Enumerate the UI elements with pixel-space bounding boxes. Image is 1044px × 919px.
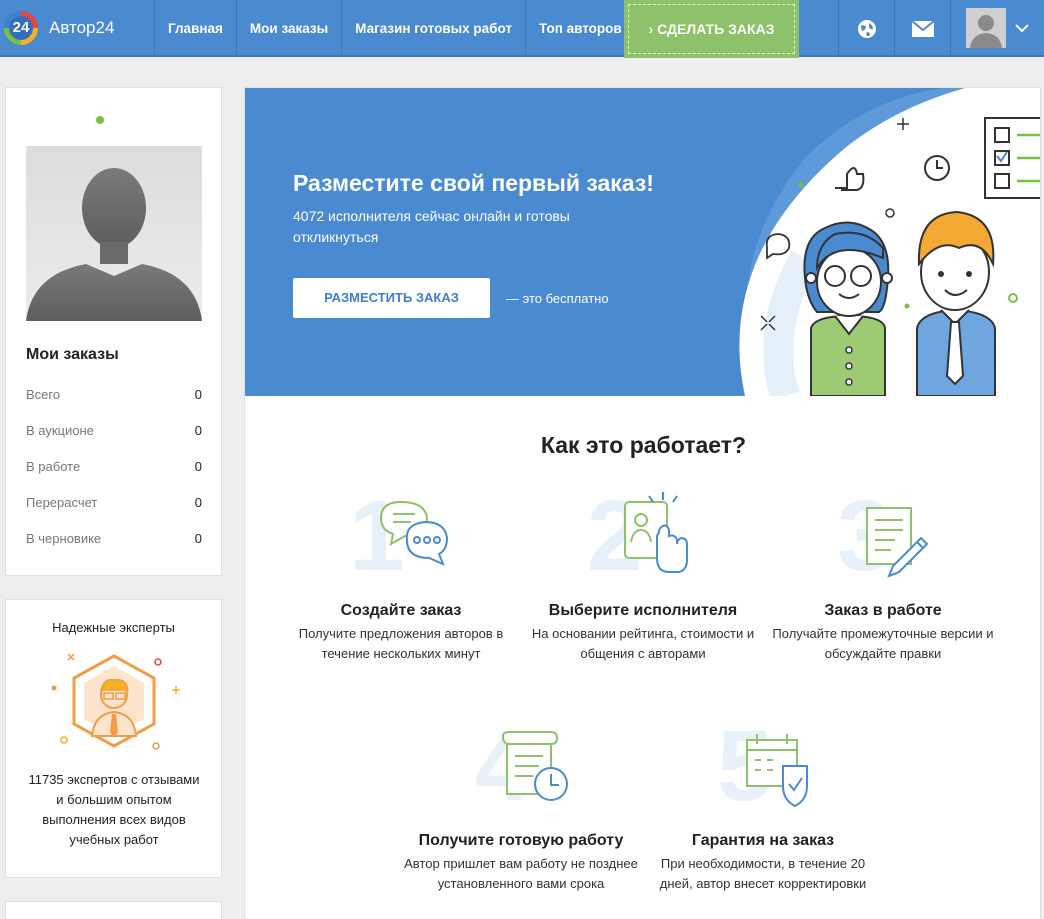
stat-value: 0	[194, 531, 202, 546]
hero-banner: Разместите свой первый заказ! 4072 испол…	[245, 88, 1040, 396]
stat-in-progress[interactable]: В работе 0	[26, 459, 202, 474]
stat-label: В черновике	[26, 531, 102, 546]
main-content: Разместите свой первый заказ! 4072 испол…	[244, 87, 1041, 919]
step-description: Автор пришлет вам работу не позднее уста…	[404, 856, 638, 891]
experts-description: 11735 экспертов с отзывами и большим опы…	[28, 772, 200, 847]
experts-card: Надежные эксперты 11735 экспертов с отзы…	[5, 599, 222, 878]
mail-button[interactable]	[894, 0, 950, 57]
nav-shop[interactable]: Магазин готовых работ	[341, 0, 525, 57]
step-description: При необходимости, в течение 20 дней, ав…	[659, 856, 867, 891]
stat-value: 0	[194, 495, 202, 510]
stat-label: Всего	[26, 387, 61, 402]
calendar-shield-icon: 5	[717, 710, 808, 818]
avatar[interactable]	[966, 8, 1006, 48]
main-nav: Главная Мои заказы Магазин готовых работ…	[154, 0, 635, 57]
stat-total[interactable]: Всего 0	[26, 387, 202, 402]
mail-icon	[911, 20, 934, 37]
globe-button[interactable]	[838, 0, 894, 57]
stat-value: 0	[194, 459, 202, 474]
stat-draft[interactable]: В черновике 0	[26, 531, 202, 546]
logo-text: Автор24	[49, 18, 115, 37]
step-title: Выберите исполнителя	[548, 602, 738, 619]
nav-my-orders[interactable]: Мои заказы	[235, 0, 341, 57]
top-navbar: 24 Автор24 Главная Мои заказы Магазин го…	[0, 0, 1044, 58]
step-get-result: 4 Получите готовую работу Автор пришлет …	[401, 708, 641, 894]
hero-free-note: — это бесплатно	[506, 291, 609, 306]
place-order-button[interactable]: РАЗМЕСТИТЬ ЗАКАЗ	[293, 278, 490, 318]
experts-title: Надежные эксперты	[52, 620, 175, 635]
avatar-silhouette-icon	[966, 8, 1006, 48]
step-create-order: 1 Создайте заказ Получите предложения ав…	[281, 478, 521, 664]
stat-value: 0	[194, 387, 202, 402]
avatar-silhouette-icon	[26, 168, 202, 321]
profile-tap-icon: 2	[587, 480, 688, 588]
step-guarantee: 5 Гарантия на заказ При необходимости, в…	[643, 708, 883, 894]
chat-bubbles-icon: 1	[349, 480, 449, 588]
expert-hexagon-icon	[51, 653, 180, 750]
step-description: Получите предложения авторов в течение н…	[298, 626, 504, 661]
stat-label: В аукционе	[26, 423, 94, 438]
step-title: Создайте заказ	[340, 602, 462, 619]
step-title: Гарантия на заказ	[691, 832, 835, 849]
online-indicator	[96, 116, 104, 124]
make-order-button[interactable]: › СДЕЛАТЬ ЗАКАЗ	[624, 0, 799, 58]
profile-photo[interactable]	[26, 146, 202, 321]
nav-home[interactable]: Главная	[154, 0, 236, 57]
logo-mark: 24	[4, 11, 38, 45]
stat-recalc[interactable]: Перерасчет 0	[26, 495, 202, 510]
document-clock-icon: 4	[475, 710, 568, 818]
step-description: Получайте промежуточные версии и обсужда…	[772, 626, 994, 661]
hero-title: Разместите свой первый заказ!	[293, 170, 654, 196]
hero-subtitle: 4072 исполнителя сейчас онлайн и готовы …	[293, 208, 570, 245]
make-order-label: › СДЕЛАТЬ ЗАКАЗ	[648, 21, 775, 37]
step-choose-author: 2 Выберите исполнителя На основании рейт…	[523, 478, 763, 664]
stat-label: Перерасчет	[26, 495, 98, 510]
my-orders-title: Мои заказы	[26, 346, 119, 363]
globe-icon	[857, 19, 876, 38]
nav-top-authors[interactable]: Топ авторов	[525, 0, 635, 57]
sidebar-card-3	[5, 901, 222, 919]
step-order-in-progress: 3 Заказ в работе Получайте промежуточные…	[763, 478, 1003, 664]
stat-label: В работе	[26, 459, 81, 474]
document-pen-icon: 3	[837, 480, 929, 588]
stat-value: 0	[194, 423, 202, 438]
step-description: На основании рейтинга, стоимости и общен…	[531, 626, 755, 661]
how-it-works-title: Как это работает?	[540, 432, 747, 458]
profile-card: Мои заказы Всего 0 В аукционе 0 В работе…	[5, 87, 222, 576]
step-title: Получите готовую работу	[418, 832, 624, 849]
step-title: Заказ в работе	[824, 602, 942, 619]
chevron-down-icon[interactable]	[1014, 20, 1030, 36]
logo[interactable]: 24 Автор24	[4, 8, 154, 48]
logo-number: 24	[12, 19, 30, 36]
stat-auction[interactable]: В аукционе 0	[26, 423, 202, 438]
